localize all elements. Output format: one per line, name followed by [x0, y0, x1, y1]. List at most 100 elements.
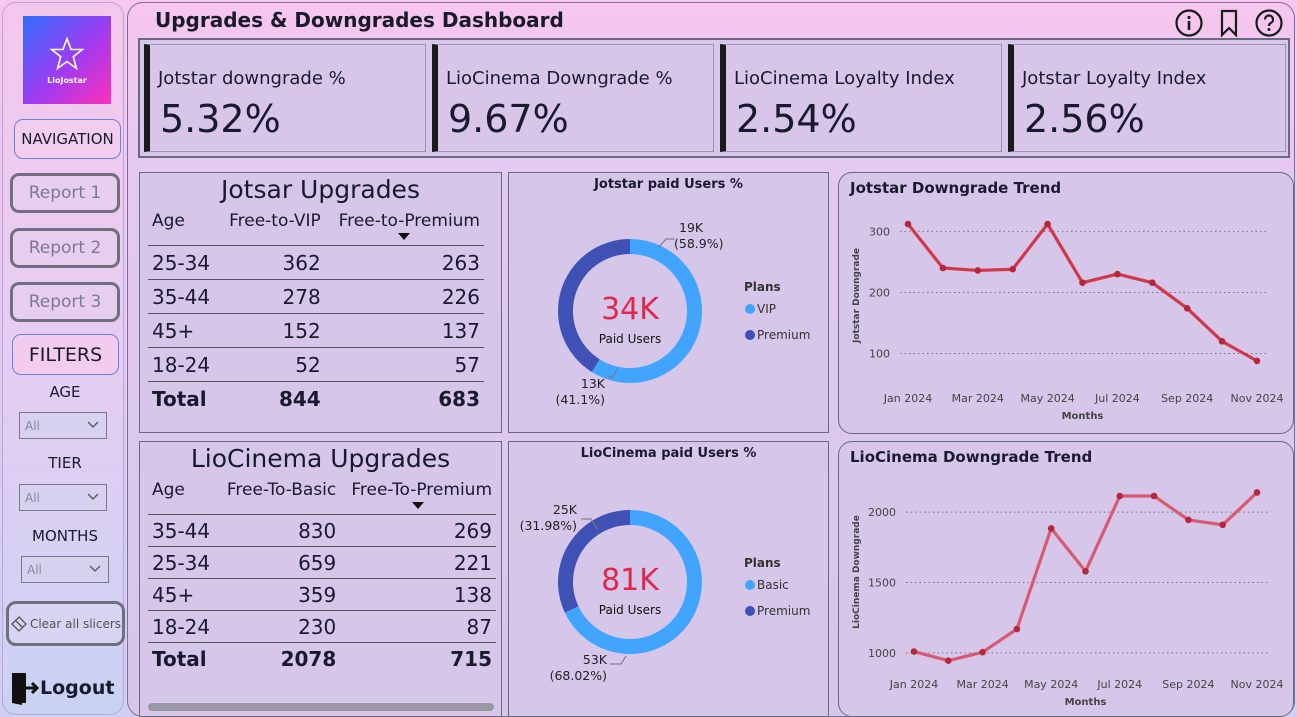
data-point[interactable] [1149, 279, 1156, 286]
tier-filter-dropdown[interactable]: All [19, 484, 107, 511]
data-point[interactable] [974, 267, 982, 274]
column-header-sorted[interactable]: Free-to-Premium [325, 211, 484, 246]
table-cell: 18-24 [148, 347, 219, 382]
donut-leader-line [610, 655, 627, 665]
table-cell: 35-44 [148, 514, 218, 547]
data-point[interactable] [1079, 279, 1086, 286]
data-point[interactable] [1253, 489, 1261, 496]
table-cell: 659 [217, 546, 341, 579]
table-cell: 269 [340, 514, 496, 547]
column-header[interactable]: Free-To-Basic [217, 480, 340, 515]
column-header-sorted[interactable]: Free-To-Premium [340, 480, 496, 515]
table-cell: 152 [218, 313, 325, 348]
table-cell: 2078 [217, 642, 341, 674]
donut-data-percent: (58.9%) [674, 236, 723, 251]
legend-entry[interactable]: Premium [757, 604, 810, 618]
y-tick-label: 2000 [868, 506, 896, 519]
jotstar-upgrades-table: Age Free-to-VIP Free-to-Premium 25-34 36… [148, 211, 484, 415]
x-tick-label: May 2024 [1024, 678, 1078, 691]
data-point[interactable] [1185, 516, 1192, 524]
table-cell: 221 [340, 546, 496, 579]
age-filter-dropdown[interactable]: All [19, 412, 107, 439]
sort-desc-icon [398, 233, 411, 240]
bookmark-icon[interactable] [1214, 8, 1244, 38]
data-point[interactable] [1013, 625, 1021, 633]
table-cell: 45+ [148, 313, 219, 348]
donut-data-label: 19K [679, 220, 704, 235]
column-header[interactable]: Age [148, 480, 217, 515]
jotstar-upgrades-title: Jotsar Upgrades [221, 175, 420, 204]
data-point[interactable] [1009, 265, 1016, 273]
table-cell: 263 [324, 245, 484, 280]
column-header[interactable]: Free-to-VIP [219, 211, 325, 246]
clear-all-slicers-button[interactable]: Clear all slicers [6, 601, 125, 646]
data-point[interactable] [979, 648, 986, 656]
column-header[interactable]: Age [148, 211, 219, 246]
navigation-button[interactable]: NAVIGATION [14, 119, 121, 159]
data-point[interactable] [939, 264, 947, 272]
kpi-label: LioCinema Loyalty Index [734, 68, 955, 89]
legend-entry[interactable]: Premium [757, 328, 810, 342]
help-icon[interactable] [1254, 8, 1284, 38]
table-cell: 359 [217, 578, 341, 611]
data-point[interactable] [1116, 492, 1124, 500]
legend-title: Plans [744, 556, 781, 570]
donut-data-label: 25K [553, 502, 578, 517]
data-point[interactable] [945, 657, 952, 664]
trend-line [913, 491, 1259, 663]
filters-button[interactable]: FILTERS [12, 334, 119, 375]
table-scrollbar[interactable] [148, 703, 494, 711]
table-cell: 57 [324, 347, 484, 382]
liocinema-downgrade-trend-chart: 1000 1500 2000 Jan 2024 Mar 2024 May 2024 Jul … [852, 489, 1283, 708]
months-filter-dropdown[interactable]: All [21, 556, 109, 583]
report-1-button[interactable]: Report 1 [10, 173, 120, 213]
table-cell: 137 [324, 313, 484, 348]
logout-button[interactable]: Logout [10, 670, 114, 706]
data-point[interactable] [1253, 357, 1261, 365]
liocinema-paid-users-panel: LioCinema paid Users % 81K Paid Users 25K (… [508, 441, 829, 717]
app-logo: LioJostar [23, 16, 111, 104]
kpi-card: LioCinema Loyalty Index 2.54% [720, 44, 1002, 152]
donut-center-label: Paid Users [599, 603, 661, 617]
jotstar-upgrades-panel: Jotsar Upgrades Age Free-to-VIP Free-to-… [139, 172, 502, 433]
star-icon [49, 35, 85, 70]
liocinema-paid-users-donut: 81K Paid Users 25K(31.98%) 53K(68.02%) Plans… [520, 502, 811, 683]
x-tick-label: Jan 2024 [883, 392, 932, 405]
data-point[interactable] [1219, 521, 1226, 529]
kpi-label: Jotstar Loyalty Index [1022, 68, 1207, 89]
logo-text: LioJostar [47, 75, 87, 85]
chevron-down-icon [87, 421, 99, 428]
data-point[interactable] [1150, 492, 1158, 500]
x-axis-label: Months [1062, 411, 1104, 422]
report-3-button[interactable]: Report 3 [10, 282, 120, 322]
data-point[interactable] [1114, 270, 1121, 278]
data-point[interactable] [1047, 525, 1055, 532]
data-point[interactable] [1183, 305, 1191, 312]
logout-label: Logout [40, 677, 115, 699]
report-2-button[interactable]: Report 2 [10, 228, 120, 268]
tier-filter-label: TIER [48, 454, 82, 472]
data-point[interactable] [1044, 220, 1051, 228]
table-cell: 25-34 [148, 546, 218, 579]
info-icon[interactable] [1174, 8, 1204, 38]
table-total-row: Total 844 683 [148, 381, 484, 415]
table-cell: 35-44 [148, 279, 219, 314]
table-cell: Total [148, 642, 218, 674]
kpi-value: 9.67% [448, 97, 569, 141]
donut-data-percent: (68.02%) [550, 668, 607, 683]
data-point[interactable] [1082, 567, 1089, 575]
sort-desc-icon [412, 502, 425, 509]
legend-entry[interactable]: Basic [757, 578, 789, 592]
x-tick-label: Jul 2024 [1094, 392, 1140, 405]
data-point[interactable] [904, 220, 912, 228]
donut-center-value: 81K [601, 563, 660, 598]
liocinema-paid-users-title: LioCinema paid Users % [580, 446, 757, 461]
kpi-label: Jotstar downgrade % [158, 68, 346, 89]
legend-entry[interactable]: VIP [757, 302, 776, 316]
data-point[interactable] [1218, 338, 1226, 345]
donut-leader-line [658, 238, 675, 248]
table-cell: 278 [218, 279, 325, 314]
data-point[interactable] [910, 648, 918, 655]
donut-data-percent: (41.1%) [556, 392, 605, 407]
eraser-icon [11, 615, 27, 632]
